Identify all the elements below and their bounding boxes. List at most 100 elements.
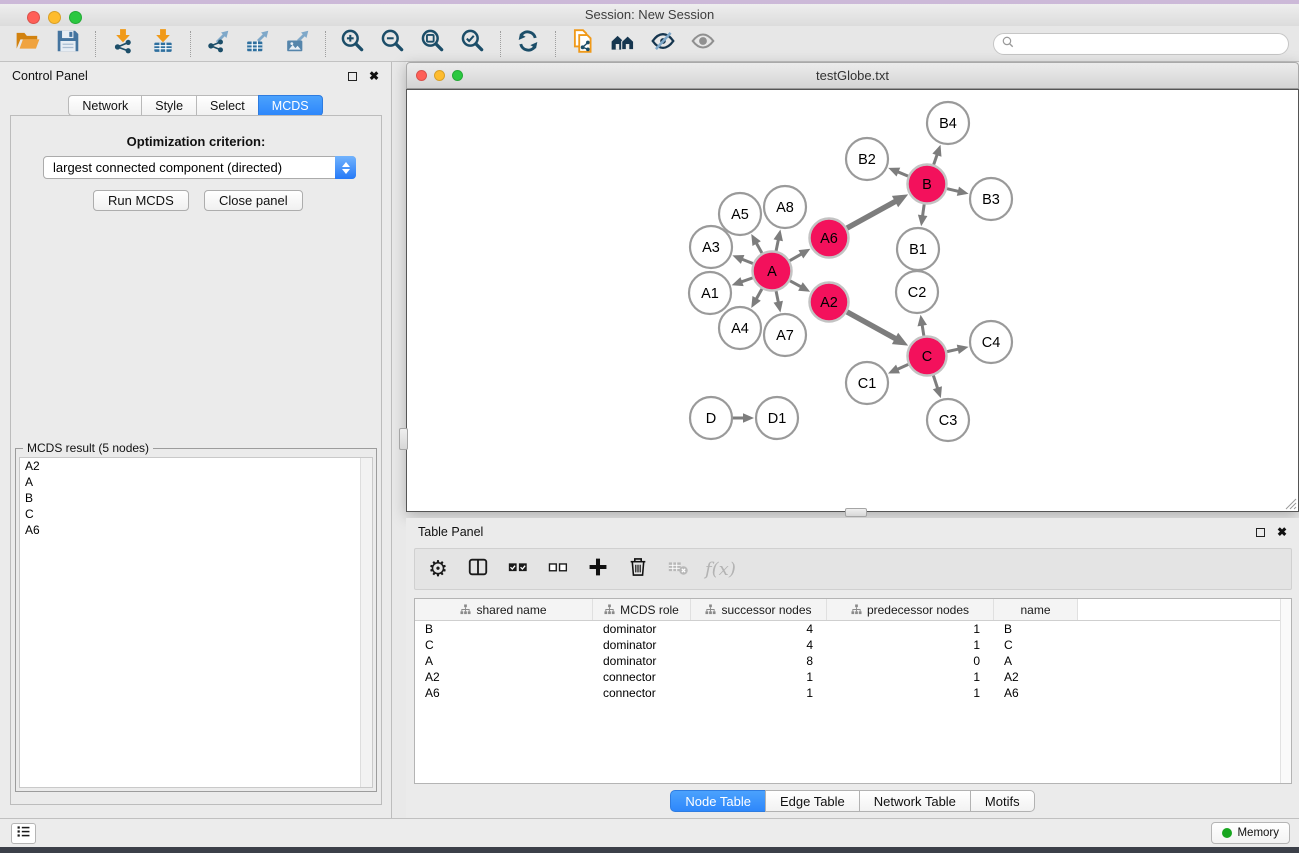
export-table-button[interactable] — [238, 28, 278, 60]
graph-node-A5[interactable]: A5 — [719, 193, 761, 235]
mcds-result-item[interactable]: A6 — [20, 522, 372, 538]
graph-node-B[interactable]: B — [908, 165, 947, 204]
table-cell[interactable]: 1 — [827, 621, 994, 637]
graph-edge-C-C3[interactable] — [933, 375, 938, 389]
graph-node-B1[interactable]: B1 — [897, 228, 939, 270]
graph-edge-A-A2[interactable] — [790, 281, 802, 288]
run-mcds-button[interactable]: Run MCDS — [93, 190, 189, 211]
mcds-result-item[interactable]: A — [20, 474, 372, 490]
table-row[interactable]: Bdominator41B — [415, 621, 1291, 637]
select-all-button[interactable] — [505, 554, 531, 584]
table-cell[interactable]: 1 — [827, 685, 994, 701]
table-cell[interactable]: 1 — [691, 669, 827, 685]
mcds-list-scrollbar[interactable] — [360, 458, 372, 787]
graph-node-C[interactable]: C — [908, 337, 947, 376]
network-window-titlebar[interactable]: testGlobe.txt — [406, 62, 1299, 89]
graph-node-A2[interactable]: A2 — [810, 283, 849, 322]
tab-select[interactable]: Select — [196, 95, 258, 116]
table-scrollbar[interactable] — [1280, 599, 1291, 783]
graph-node-B2[interactable]: B2 — [846, 138, 888, 180]
graph-node-A6[interactable]: A6 — [810, 219, 849, 258]
table-cell[interactable]: connector — [593, 669, 691, 685]
duplicate-network-button[interactable] — [563, 28, 603, 60]
open-file-button[interactable] — [8, 28, 48, 60]
column-header-shared-name[interactable]: shared name — [415, 599, 593, 620]
close-panel-button[interactable]: Close panel — [204, 190, 303, 211]
function-builder-button[interactable]: f(x) — [705, 554, 736, 584]
graph-node-A7[interactable]: A7 — [764, 314, 806, 356]
column-header-name[interactable]: name — [994, 599, 1078, 620]
table-cell[interactable]: A6 — [994, 685, 1078, 701]
graph-node-C3[interactable]: C3 — [927, 399, 969, 441]
table-cell[interactable]: 1 — [827, 637, 994, 653]
graph-svg[interactable]: B4B2BB3B1A5A8A6A3AA1A4A7A2C2C4CC1C3DD1 — [407, 90, 1298, 511]
minimize-network-window-button[interactable] — [434, 70, 445, 81]
vertical-split-handle[interactable] — [399, 428, 408, 450]
graph-edge-A6-B[interactable] — [847, 201, 897, 228]
horizontal-split-handle[interactable] — [845, 508, 867, 517]
table-cell[interactable]: 0 — [827, 653, 994, 669]
graph-node-A[interactable]: A — [753, 252, 792, 291]
table-cell[interactable]: 4 — [691, 637, 827, 653]
export-network-button[interactable] — [198, 28, 238, 60]
close-table-panel-icon[interactable]: ✖ — [1277, 526, 1287, 538]
optimization-criterion-select[interactable]: largest connected component (directed) — [43, 156, 356, 179]
eye-button[interactable] — [683, 28, 723, 60]
tab-motifs[interactable]: Motifs — [970, 790, 1035, 812]
mcds-result-item[interactable]: A2 — [20, 458, 372, 474]
table-cell[interactable]: connector — [593, 685, 691, 701]
close-window-button[interactable] — [27, 11, 40, 24]
search-input[interactable] — [1019, 37, 1280, 51]
table-cell[interactable]: dominator — [593, 653, 691, 669]
save-session-button[interactable] — [48, 28, 88, 60]
table-cell[interactable]: 1 — [691, 685, 827, 701]
graph-node-C2[interactable]: C2 — [896, 271, 938, 313]
tab-mcds[interactable]: MCDS — [258, 95, 323, 116]
zoom-window-button[interactable] — [69, 11, 82, 24]
column-header-successor-nodes[interactable]: successor nodes — [691, 599, 827, 620]
table-cell[interactable]: A6 — [415, 685, 593, 701]
zoom-selected-button[interactable] — [453, 28, 493, 60]
graph-node-C4[interactable]: C4 — [970, 321, 1012, 363]
table-cell[interactable]: A — [415, 653, 593, 669]
show-columns-button[interactable] — [465, 554, 491, 584]
close-network-window-button[interactable] — [416, 70, 427, 81]
table-cell[interactable]: 1 — [827, 669, 994, 685]
graph-node-D1[interactable]: D1 — [756, 397, 798, 439]
tab-style[interactable]: Style — [141, 95, 196, 116]
graph-node-C1[interactable]: C1 — [846, 362, 888, 404]
zoom-out-button[interactable] — [373, 28, 413, 60]
network-canvas[interactable]: B4B2BB3B1A5A8A6A3AA1A4A7A2C2C4CC1C3DD1 — [406, 89, 1299, 512]
graph-edge-A-A6[interactable] — [790, 253, 803, 260]
memory-button[interactable]: Memory — [1211, 822, 1290, 844]
add-column-button[interactable] — [585, 554, 611, 584]
resize-gripper-icon[interactable] — [1283, 496, 1297, 510]
graph-node-D[interactable]: D — [690, 397, 732, 439]
mcds-result-list[interactable]: A2ABCA6 — [19, 457, 373, 788]
table-cell[interactable]: A2 — [994, 669, 1078, 685]
mcds-result-item[interactable]: B — [20, 490, 372, 506]
graph-node-A1[interactable]: A1 — [689, 272, 731, 314]
export-image-button[interactable] — [278, 28, 318, 60]
import-table-button[interactable] — [143, 28, 183, 60]
graph-node-A8[interactable]: A8 — [764, 186, 806, 228]
mcds-result-item[interactable]: C — [20, 506, 372, 522]
table-cell[interactable]: 4 — [691, 621, 827, 637]
tab-network-table[interactable]: Network Table — [859, 790, 970, 812]
close-panel-icon[interactable]: ✖ — [369, 70, 379, 82]
float-panel-icon[interactable] — [348, 72, 357, 81]
zoom-fit-button[interactable] — [413, 28, 453, 60]
graph-edge-A2-C[interactable] — [847, 312, 897, 339]
zoom-in-button[interactable] — [333, 28, 373, 60]
table-settings-button[interactable]: ⚙ — [425, 554, 451, 584]
deselect-all-button[interactable] — [545, 554, 571, 584]
minimize-window-button[interactable] — [48, 11, 61, 24]
table-row[interactable]: Cdominator41C — [415, 637, 1291, 653]
table-cell[interactable]: B — [415, 621, 593, 637]
table-cell[interactable]: 8 — [691, 653, 827, 669]
table-cell[interactable]: dominator — [593, 637, 691, 653]
graph-node-B4[interactable]: B4 — [927, 102, 969, 144]
table-cell[interactable]: A — [994, 653, 1078, 669]
home-button[interactable] — [603, 28, 643, 60]
table-cell[interactable]: dominator — [593, 621, 691, 637]
